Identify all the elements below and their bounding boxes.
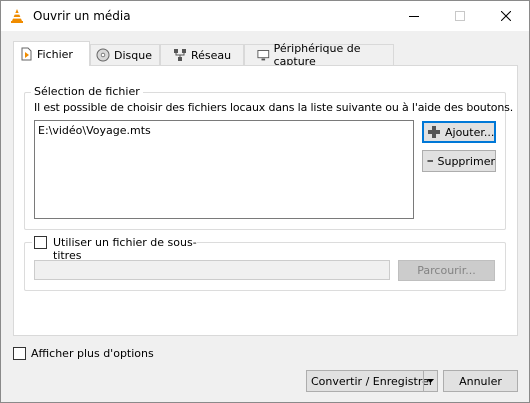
subtitle-path-field[interactable]: [34, 260, 390, 280]
subtitles-group: Utiliser un fichier de sous-titres Parco…: [24, 235, 506, 291]
title-bar: Ouvrir un média: [1, 1, 529, 31]
tab-disque[interactable]: Disque: [90, 44, 160, 65]
minimize-icon: [409, 16, 419, 17]
tab-fichier-label: Fichier: [37, 47, 73, 61]
browse-label: Parcourir...: [417, 264, 476, 277]
subtitles-legend-row: Utiliser un fichier de sous-titres: [32, 235, 197, 262]
file-list[interactable]: E:\vidéo\Voyage.mts: [34, 120, 414, 219]
vlc-cone-icon: [11, 9, 23, 23]
open-media-dialog: Ouvrir un média Fichier Disque Réseau Pé…: [0, 0, 530, 403]
disc-icon: [96, 48, 110, 62]
subtitles-checkbox-label: Utiliser un fichier de sous-titres: [53, 236, 197, 262]
tab-panel-fichier: Sélection de fichier Il est possible de …: [13, 65, 518, 336]
convert-dropdown-arrow[interactable]: [423, 371, 437, 391]
tab-fichier[interactable]: Fichier: [13, 41, 90, 66]
file-selection-group: Sélection de fichier Il est possible de …: [24, 85, 513, 230]
tab-peripherique-capture[interactable]: Périphérique de capture: [244, 42, 394, 68]
network-icon: [174, 49, 186, 61]
tab-reseau-label: Réseau: [191, 48, 232, 62]
remove-file-button[interactable]: Supprimer: [422, 150, 496, 172]
minus-icon: [427, 160, 434, 162]
chevron-down-icon: [427, 379, 434, 383]
add-file-label: Ajouter...: [445, 125, 495, 139]
convert-save-label: Convertir / Enregistrer: [311, 374, 434, 388]
add-file-button[interactable]: Ajouter...: [422, 121, 496, 143]
cancel-button[interactable]: Annuler: [443, 370, 518, 392]
plus-icon: [428, 126, 440, 138]
tab-disque-label: Disque: [114, 48, 152, 62]
subtitles-checkbox[interactable]: [34, 236, 47, 249]
more-options-label: Afficher plus d'options: [31, 347, 154, 360]
convert-save-button[interactable]: Convertir / Enregistrer: [306, 370, 438, 392]
file-list-item[interactable]: E:\vidéo\Voyage.mts: [38, 124, 151, 137]
maximize-button[interactable]: [437, 1, 483, 31]
close-icon: [501, 11, 511, 21]
more-options-checkbox[interactable]: [13, 347, 26, 360]
minimize-button[interactable]: [391, 1, 437, 31]
close-button[interactable]: [483, 1, 529, 31]
remove-file-label: Supprimer: [437, 154, 495, 168]
file-icon: [21, 47, 32, 61]
file-selection-description: Il est possible de choisir des fichiers …: [34, 101, 514, 114]
maximize-icon: [455, 11, 465, 21]
window-title: Ouvrir un média: [33, 9, 131, 23]
cancel-label: Annuler: [459, 374, 502, 388]
capture-device-icon: [257, 50, 270, 61]
file-selection-legend: Sélection de fichier: [31, 85, 143, 98]
tab-reseau[interactable]: Réseau: [160, 44, 244, 65]
browse-button[interactable]: Parcourir...: [398, 260, 495, 281]
